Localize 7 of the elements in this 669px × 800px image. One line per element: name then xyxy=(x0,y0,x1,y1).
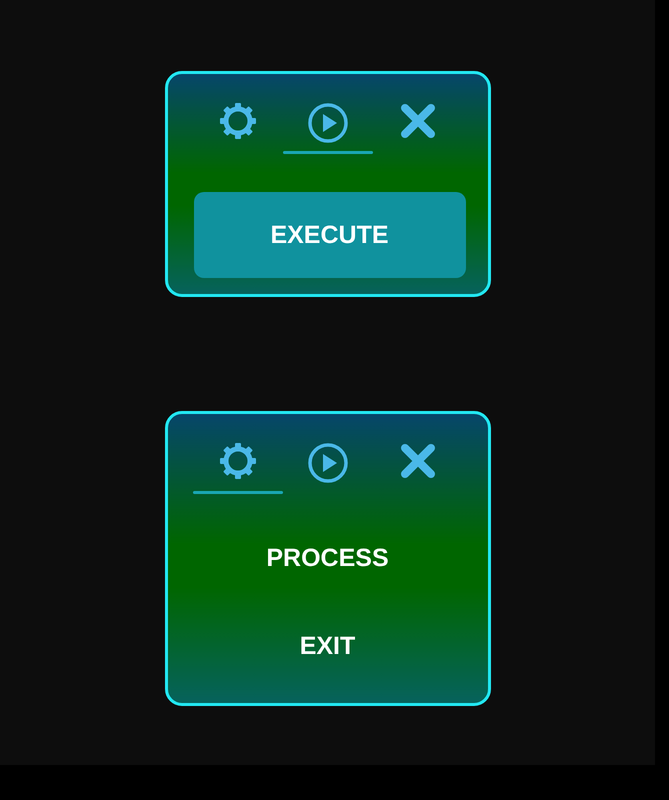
play-icon xyxy=(306,441,350,485)
menu-item[interactable]: PROCESS xyxy=(262,514,393,602)
menu-item[interactable]: EXIT xyxy=(296,602,360,690)
gear-icon xyxy=(218,101,258,141)
execute-button[interactable]: EXECUTE xyxy=(194,192,466,278)
play-icon xyxy=(306,101,350,145)
gear-icon xyxy=(218,441,258,481)
